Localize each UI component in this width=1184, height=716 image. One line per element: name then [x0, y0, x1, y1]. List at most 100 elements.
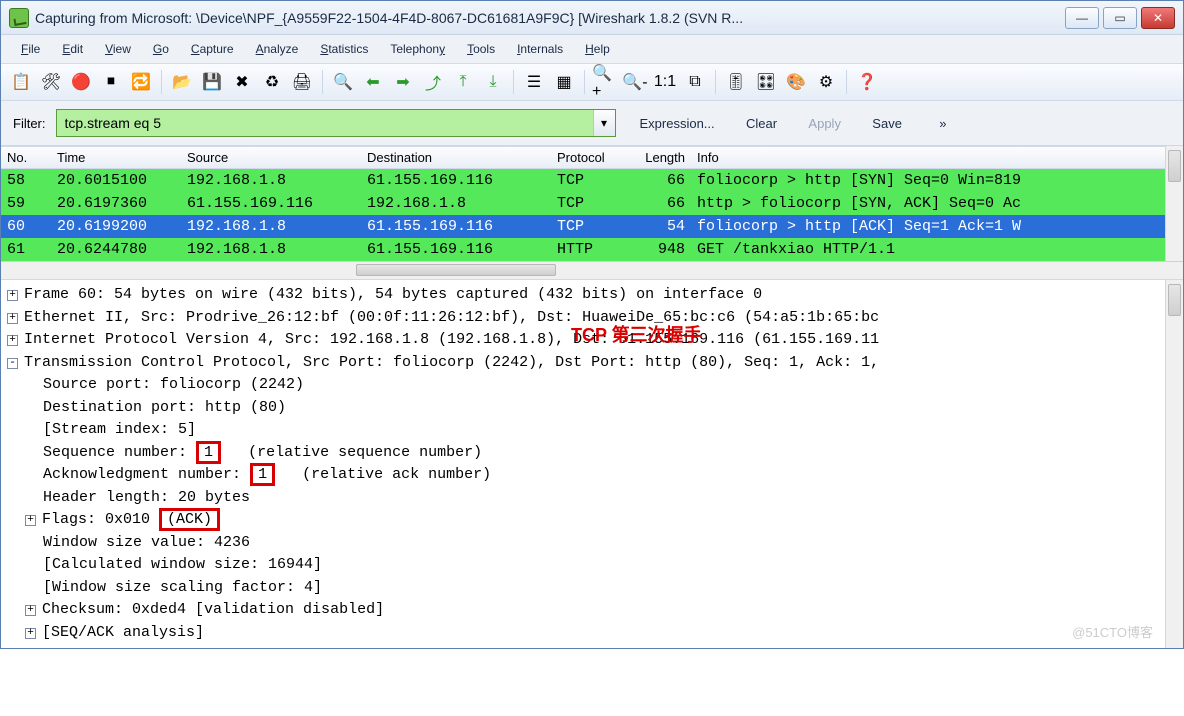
menu-capture[interactable]: Capture [181, 39, 244, 59]
display-filters-button[interactable]: 🎛 [752, 68, 780, 96]
more-chevron-icon[interactable]: » [939, 116, 946, 131]
menu-analyze[interactable]: Analyze [246, 39, 309, 59]
filter-actions: Expression... Clear Apply Save » [626, 116, 961, 131]
toolbar-separator [715, 70, 716, 94]
go-back-button[interactable]: ⬅ [359, 68, 387, 96]
restart-capture-button[interactable]: 🔁 [127, 68, 155, 96]
packet-row[interactable]: 5920.619736061.155.169.116192.168.1.8TCP… [1, 192, 1183, 215]
go-last-button[interactable]: ⤓ [479, 68, 507, 96]
menu-tools[interactable]: Tools [457, 39, 505, 59]
flags-line[interactable]: +Flags: 0x010 (ACK) [7, 509, 1177, 532]
close-file-button[interactable]: ✖ [228, 68, 256, 96]
save-link[interactable]: Save [872, 116, 902, 131]
toolbar: 📋 🛠 🔴 ⏹ 🔁 📂 💾 ✖ ♻ 🖨 🔍 ⬅ ➡ ⤴ ⤒ ⤓ ☰ ▦ 🔍+ 🔍… [1, 64, 1183, 101]
menu-go[interactable]: Go [143, 39, 179, 59]
menu-help[interactable]: Help [575, 39, 620, 59]
menu-telephony[interactable]: Telephony [380, 39, 455, 59]
expand-icon[interactable]: + [7, 313, 18, 324]
minimize-button[interactable]: — [1065, 7, 1099, 29]
expand-icon[interactable]: + [25, 515, 36, 526]
packet-list-hscrollbar[interactable] [1, 261, 1183, 279]
go-first-button[interactable]: ⤒ [449, 68, 477, 96]
ack-value: 1 [250, 463, 275, 486]
zoom-100-button[interactable]: 1:1 [651, 68, 679, 96]
close-button[interactable]: ✕ [1141, 7, 1175, 29]
menu-statistics[interactable]: Statistics [310, 39, 378, 59]
open-file-button[interactable]: 📂 [168, 68, 196, 96]
menu-view[interactable]: View [95, 39, 141, 59]
capture-filters-button[interactable]: 🎚 [722, 68, 750, 96]
go-to-packet-button[interactable]: ⤴ [419, 68, 447, 96]
dest-port-line[interactable]: Destination port: http (80) [7, 397, 1177, 420]
seq-number-line[interactable]: Sequence number: 1 (relative sequence nu… [7, 442, 1177, 465]
col-src[interactable]: Source [181, 147, 361, 168]
checksum-line[interactable]: +Checksum: 0xded4 [validation disabled] [7, 599, 1177, 622]
auto-scroll-button[interactable]: ▦ [550, 68, 578, 96]
window-title: Capturing from Microsoft: \Device\NPF_{A… [35, 10, 1065, 26]
window-buttons: — ▭ ✕ [1065, 7, 1175, 29]
zoom-in-button[interactable]: 🔍+ [591, 68, 619, 96]
coloring-rules-button[interactable]: 🎨 [782, 68, 810, 96]
tcp-line[interactable]: -Transmission Control Protocol, Src Port… [7, 352, 1177, 375]
packet-row[interactable]: 6020.6199200192.168.1.861.155.169.116TCP… [1, 215, 1183, 238]
col-time[interactable]: Time [51, 147, 181, 168]
stop-capture-button[interactable]: ⏹ [97, 68, 125, 96]
col-no[interactable]: No. [1, 147, 51, 168]
zoom-out-button[interactable]: 🔍- [621, 68, 649, 96]
flags-value: (ACK) [159, 508, 220, 531]
expand-icon[interactable]: + [25, 605, 36, 616]
wireshark-icon [9, 8, 29, 28]
go-forward-button[interactable]: ➡ [389, 68, 417, 96]
packet-list-vscrollbar[interactable] [1165, 146, 1183, 261]
seq-value: 1 [196, 441, 221, 464]
expression-link[interactable]: Expression... [640, 116, 715, 131]
save-file-button[interactable]: 💾 [198, 68, 226, 96]
window-scaling-line[interactable]: [Window size scaling factor: 4] [7, 577, 1177, 600]
colorize-button[interactable]: ☰ [520, 68, 548, 96]
expand-icon[interactable]: + [7, 290, 18, 301]
interfaces-button[interactable]: 📋 [7, 68, 35, 96]
menu-internals[interactable]: Internals [507, 39, 573, 59]
toolbar-separator [584, 70, 585, 94]
col-info[interactable]: Info [691, 147, 1183, 168]
options-button[interactable]: 🛠 [37, 68, 65, 96]
col-len[interactable]: Length [631, 147, 691, 168]
details-vscrollbar[interactable] [1165, 280, 1183, 648]
collapse-icon[interactable]: - [7, 358, 18, 369]
filter-input[interactable] [57, 110, 593, 136]
packet-details-pane: +Frame 60: 54 bytes on wire (432 bits), … [1, 279, 1183, 648]
seq-ack-analysis-line[interactable]: +[SEQ/ACK analysis] [7, 622, 1177, 645]
maximize-button[interactable]: ▭ [1103, 7, 1137, 29]
packet-list-header: No. Time Source Destination Protocol Len… [1, 146, 1183, 169]
menu-edit[interactable]: Edit [52, 39, 93, 59]
apply-link[interactable]: Apply [808, 116, 841, 131]
ack-number-line[interactable]: Acknowledgment number: 1 (relative ack n… [7, 464, 1177, 487]
menubar: File Edit View Go Capture Analyze Statis… [1, 35, 1183, 64]
source-port-line[interactable]: Source port: foliocorp (2242) [7, 374, 1177, 397]
packet-row[interactable]: 6120.6244780192.168.1.861.155.169.116HTT… [1, 238, 1183, 261]
calc-window-size-line[interactable]: [Calculated window size: 16944] [7, 554, 1177, 577]
filter-label: Filter: [13, 116, 46, 131]
start-capture-button[interactable]: 🔴 [67, 68, 95, 96]
expand-icon[interactable]: + [7, 335, 18, 346]
col-proto[interactable]: Protocol [551, 147, 631, 168]
find-button[interactable]: 🔍 [329, 68, 357, 96]
expand-icon[interactable]: + [25, 628, 36, 639]
filter-input-wrap: ▾ [56, 109, 616, 137]
filter-dropdown-button[interactable]: ▾ [593, 110, 615, 136]
window-size-line[interactable]: Window size value: 4236 [7, 532, 1177, 555]
clear-link[interactable]: Clear [746, 116, 777, 131]
help-button[interactable]: ❓ [853, 68, 881, 96]
col-dst[interactable]: Destination [361, 147, 551, 168]
toolbar-separator [846, 70, 847, 94]
packet-row[interactable]: 5820.6015100192.168.1.861.155.169.116TCP… [1, 169, 1183, 192]
resize-columns-button[interactable]: ⧉ [681, 68, 709, 96]
stream-index-line[interactable]: [Stream index: 5] [7, 419, 1177, 442]
titlebar: Capturing from Microsoft: \Device\NPF_{A… [1, 1, 1183, 35]
menu-file[interactable]: File [11, 39, 50, 59]
header-length-line[interactable]: Header length: 20 bytes [7, 487, 1177, 510]
reload-button[interactable]: ♻ [258, 68, 286, 96]
print-button[interactable]: 🖨 [288, 68, 316, 96]
preferences-button[interactable]: ⚙ [812, 68, 840, 96]
frame-line[interactable]: +Frame 60: 54 bytes on wire (432 bits), … [7, 284, 1177, 307]
